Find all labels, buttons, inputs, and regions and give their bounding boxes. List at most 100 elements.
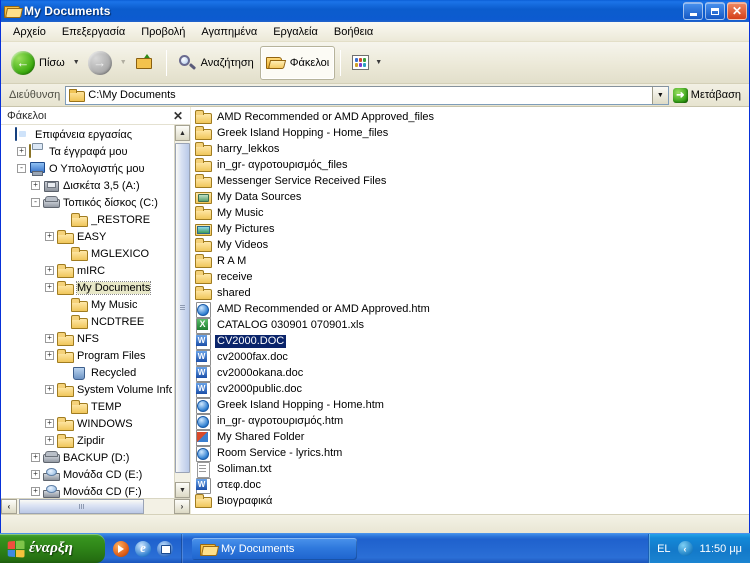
go-button[interactable]: ➜ Μετάβαση xyxy=(669,87,747,103)
tree-item[interactable]: - Ο Υπολογιστής μου xyxy=(1,160,174,177)
tree-item[interactable]: + System Volume Inforr xyxy=(1,381,174,398)
views-dropdown-arrow[interactable]: ▼ xyxy=(375,59,382,66)
file-list-item[interactable]: Greek Island Hopping - Home.htm xyxy=(193,397,749,413)
tree-item[interactable]: NCDTREE xyxy=(1,313,174,330)
tree-scroll-up-button[interactable]: ▲ xyxy=(175,125,190,141)
tree-item[interactable]: + WINDOWS xyxy=(1,415,174,432)
file-list-item[interactable]: My Videos xyxy=(193,237,749,253)
outlook-icon[interactable] xyxy=(157,540,173,557)
menu-item-view[interactable]: Προβολή xyxy=(133,24,193,40)
file-list-item[interactable]: AMD Recommended or AMD Approved.htm xyxy=(193,301,749,317)
tree-item[interactable]: + BACKUP (D:) xyxy=(1,449,174,466)
menu-item-file[interactable]: Αρχείο xyxy=(5,24,54,40)
file-list-item[interactable]: cv2000public.doc xyxy=(193,381,749,397)
menu-item-help[interactable]: Βοήθεια xyxy=(326,24,381,40)
media-player-icon[interactable] xyxy=(113,540,129,557)
expand-icon[interactable]: + xyxy=(17,147,26,156)
tree-item[interactable]: _RESTORE xyxy=(1,211,174,228)
file-list-item[interactable]: harry_lekkos xyxy=(193,141,749,157)
expand-icon[interactable]: + xyxy=(45,283,54,292)
tree-item[interactable]: + EASY xyxy=(1,228,174,245)
file-list-item[interactable]: Room Service - lyrics.htm xyxy=(193,445,749,461)
folders-button[interactable]: Φάκελοι xyxy=(259,45,336,80)
up-button[interactable] xyxy=(129,46,161,80)
start-button[interactable]: έναρξη xyxy=(0,534,105,563)
file-list-item[interactable]: Greek Island Hopping - Home_files xyxy=(193,125,749,141)
tree-item[interactable]: My Music xyxy=(1,296,174,313)
file-list-item[interactable]: AMD Recommended or AMD Approved_files xyxy=(193,109,749,125)
tree-item[interactable]: TEMP xyxy=(1,398,174,415)
file-list-item[interactable]: in_gr- αγροτουρισμός.htm xyxy=(193,413,749,429)
tree-scroll-thumb[interactable] xyxy=(175,143,190,473)
expand-icon[interactable]: + xyxy=(45,334,54,343)
file-list-item[interactable]: My Pictures xyxy=(193,221,749,237)
menu-item-tools[interactable]: Εργαλεία xyxy=(265,24,326,40)
close-button[interactable]: ✕ xyxy=(727,2,747,20)
expand-icon[interactable]: + xyxy=(45,266,54,275)
file-list-item[interactable]: My Data Sources xyxy=(193,189,749,205)
tree-item[interactable]: - Τοπικός δίσκος (C:) xyxy=(1,194,174,211)
internet-explorer-icon[interactable] xyxy=(135,540,151,557)
expand-icon[interactable]: + xyxy=(45,436,54,445)
clock[interactable]: 11:50 μμ xyxy=(700,543,742,555)
tree-scroll-right-button[interactable]: › xyxy=(174,499,190,514)
language-indicator[interactable]: EL xyxy=(657,543,670,555)
collapse-icon[interactable]: - xyxy=(31,198,40,207)
file-list-panel[interactable]: AMD Recommended or AMD Approved_files Gre… xyxy=(191,107,749,514)
expand-icon[interactable]: + xyxy=(45,232,54,241)
tree-item[interactable]: Επιφάνεια εργασίας xyxy=(1,126,174,143)
tree-item[interactable]: + Μονάδα CD (F:) xyxy=(1,483,174,498)
tree-item[interactable]: Recycled xyxy=(1,364,174,381)
file-list-item[interactable]: Βιογραφικά xyxy=(193,493,749,509)
expand-icon[interactable]: + xyxy=(31,181,40,190)
expand-icon[interactable]: + xyxy=(31,470,40,479)
maximize-button[interactable] xyxy=(705,2,725,20)
tree-hscroll-track[interactable] xyxy=(17,499,174,514)
address-input[interactable]: C:\My Documents ▼ xyxy=(65,85,669,105)
tree-scroll-left-button[interactable]: ‹ xyxy=(1,499,17,514)
expand-icon[interactable]: + xyxy=(31,453,40,462)
tree-item[interactable]: + Zipdir xyxy=(1,432,174,449)
forward-button[interactable]: → xyxy=(82,46,118,80)
chevron-left-icon[interactable]: ‹ xyxy=(677,541,693,556)
expand-icon[interactable]: + xyxy=(45,351,54,360)
tree-vertical-scrollbar[interactable]: ▲ ▼ xyxy=(174,125,190,498)
search-button[interactable]: Αναζήτηση xyxy=(172,46,260,80)
views-button[interactable]: ▼ xyxy=(346,46,390,80)
address-dropdown-button[interactable]: ▼ xyxy=(651,86,668,104)
back-dropdown-arrow[interactable]: ▼ xyxy=(73,59,80,66)
menu-item-favorites[interactable]: Αγαπημένα xyxy=(193,24,265,40)
tree-item[interactable]: + Δισκέτα 3,5 (A:) xyxy=(1,177,174,194)
folders-panel-close-icon[interactable]: ✕ xyxy=(170,110,186,122)
back-button[interactable]: ← Πίσω xyxy=(5,46,71,80)
tree-item[interactable]: + NFS xyxy=(1,330,174,347)
expand-icon[interactable]: + xyxy=(31,487,40,496)
file-list-item[interactable]: in_gr- αγροτουρισμός_files xyxy=(193,157,749,173)
taskbar-button-my-documents[interactable]: My Documents xyxy=(192,537,357,560)
file-list-item[interactable]: Soliman.txt xyxy=(193,461,749,477)
tree-scroll-down-button[interactable]: ▼ xyxy=(175,482,190,498)
minimize-button[interactable] xyxy=(683,2,703,20)
file-list-item[interactable]: My Shared Folder xyxy=(193,429,749,445)
tree-item[interactable]: + Τα έγγραφά μου xyxy=(1,143,174,160)
expand-icon[interactable]: + xyxy=(45,385,54,394)
tree-hscroll-thumb[interactable] xyxy=(19,499,144,514)
tree-item[interactable]: MGLEXICO xyxy=(1,245,174,262)
tree-item[interactable]: + Μονάδα CD (E:) xyxy=(1,466,174,483)
tree-item[interactable]: + mIRC xyxy=(1,262,174,279)
tree-horizontal-scrollbar[interactable]: ‹ › xyxy=(1,498,190,514)
tree-item[interactable]: + Program Files xyxy=(1,347,174,364)
tree-item[interactable]: + My Documents xyxy=(1,279,174,296)
file-list-item[interactable]: My Music xyxy=(193,205,749,221)
forward-dropdown-arrow[interactable]: ▼ xyxy=(120,59,127,66)
file-list-item[interactable]: R A M xyxy=(193,253,749,269)
file-list-item[interactable]: receive xyxy=(193,269,749,285)
file-list-item[interactable]: shared xyxy=(193,285,749,301)
expand-icon[interactable]: + xyxy=(45,419,54,428)
file-list-item[interactable]: cv2000okana.doc xyxy=(193,365,749,381)
file-list-item[interactable]: cv2000fax.doc xyxy=(193,349,749,365)
file-list-item[interactable]: CV2000.DOC xyxy=(193,333,749,349)
collapse-icon[interactable]: - xyxy=(17,164,26,173)
file-list-item[interactable]: στεφ.doc xyxy=(193,477,749,493)
menu-item-edit[interactable]: Επεξεργασία xyxy=(54,24,133,40)
